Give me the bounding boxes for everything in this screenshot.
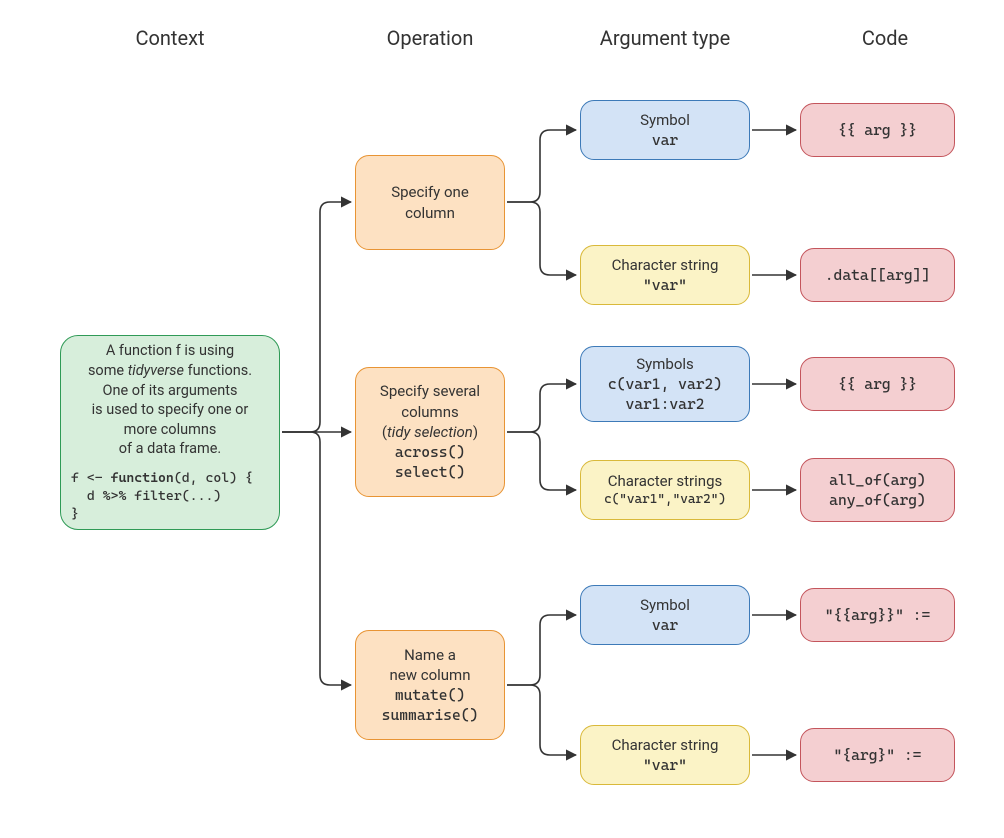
code2-text: .data[[arg]] [825,265,930,285]
arg5-title: Symbol [640,595,690,615]
arg6-title: Character string [612,735,719,755]
code1-text: {{ arg }} [838,120,917,140]
op-name-new: Name a new column mutate() summarise() [355,630,505,740]
arg-charstr-2: Character string "var" [580,725,750,785]
header-code: Code [810,26,960,50]
code6-text: "{arg}" := [834,745,922,765]
arg1-title: Symbol [640,110,690,130]
code-2: .data[[arg]] [800,248,955,302]
arg4-title: Character strings [608,471,722,491]
arg5-code: var [652,615,678,635]
op-sev-l3: (tidy selection) [382,422,478,442]
arg1-code: var [652,130,678,150]
arg-symbol-1: Symbol var [580,100,750,160]
header-operation: Operation [345,26,515,50]
code3-text: {{ arg }} [838,374,917,394]
op-name-l4: summarise() [382,705,479,725]
code-6: "{arg}" := [800,728,955,782]
arg2-title: Character string [612,255,719,275]
op-sev-l5: select() [395,462,465,482]
code-1: {{ arg }} [800,103,955,157]
arg-charstrs: Character strings c("var1","var2") [580,460,750,520]
code4b-text: any_of(arg) [829,490,926,510]
op-one-l2: column [405,203,455,223]
arg2-code: "var" [643,275,687,295]
arg6-code: "var" [643,755,687,775]
arg-charstr-1: Character string "var" [580,245,750,305]
arg3-title: Symbols [636,354,694,374]
header-context: Context [60,26,280,50]
context-code: f <- function(d, col) { d %>% filter(...… [71,469,269,524]
op-specify-several: Specify several columns (tidy selection)… [355,367,505,497]
op-sev-l4: across() [395,442,465,462]
arg-symbols: Symbols c(var1, var2) var1:var2 [580,346,750,422]
code-5: "{{arg}}" := [800,588,955,642]
op-one-l1: Specify one [391,182,469,202]
op-specify-one: Specify one column [355,155,505,250]
header-argtype: Argument type [570,26,760,50]
context-box: A function f is using some tidyverse fun… [60,335,280,530]
op-sev-l2: columns [401,402,459,422]
code4a-text: all_of(arg) [829,470,926,490]
op-name-l3: mutate() [395,685,465,705]
code5-text: "{{arg}}" := [825,605,930,625]
arg3-code1: c(var1, var2) [608,374,722,394]
op-name-l1: Name a [404,645,456,665]
op-name-l2: new column [390,665,471,685]
arg3-code2: var1:var2 [625,394,704,414]
arg4-code: c("var1","var2") [604,491,726,509]
code-3: {{ arg }} [800,357,955,411]
arg-symbol-2: Symbol var [580,585,750,645]
code-4: all_of(arg) any_of(arg) [800,458,955,522]
context-text: A function f is using some tidyverse fun… [88,341,252,458]
op-sev-l1: Specify several [380,381,480,401]
